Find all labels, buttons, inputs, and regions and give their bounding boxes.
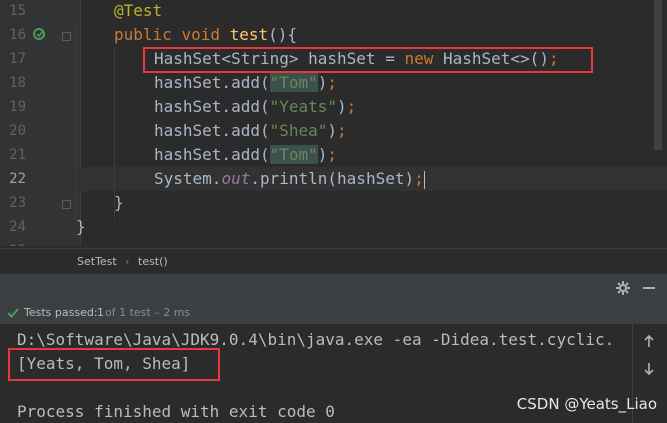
line-number: 20 — [9, 123, 26, 139]
code-line[interactable]: 16 public void test(){ — [0, 23, 667, 47]
code-token: System. — [154, 169, 222, 188]
fold-marker[interactable] — [62, 32, 71, 41]
check-icon — [7, 308, 19, 318]
code-line[interactable]: 15 @Test — [0, 0, 667, 23]
code-token: } — [114, 193, 124, 212]
tests-passed-count: 1 — [97, 306, 104, 319]
code-token: out — [221, 169, 251, 188]
editor-scrollbar[interactable] — [654, 0, 662, 150]
code-token: ) — [317, 73, 328, 92]
line-number: 22 — [9, 171, 26, 187]
breadcrumb-separator: › — [125, 255, 130, 268]
breadcrumb-method[interactable]: test() — [138, 255, 168, 268]
line-number: 18 — [9, 75, 26, 91]
fold-marker[interactable] — [62, 200, 71, 209]
run-test-icon[interactable] — [33, 27, 47, 41]
code-text: } — [114, 191, 124, 215]
minimize-icon[interactable] — [643, 287, 655, 289]
code-token: @Test — [114, 1, 163, 20]
line-number: 16 — [9, 27, 26, 43]
run-tool-header — [0, 274, 667, 302]
code-text: hashSet.add("Tom"); — [154, 143, 337, 167]
text-caret — [423, 170, 425, 189]
code-line[interactable]: 25 — [0, 239, 667, 246]
code-token: public — [114, 25, 182, 44]
code-line[interactable]: 22 System.out.println(hashSet); — [0, 167, 667, 191]
declaration-highlight-box — [143, 47, 593, 73]
code-text: } — [76, 215, 86, 239]
indent-guide — [114, 48, 115, 220]
code-token: (){ — [268, 25, 298, 44]
code-token: ) — [317, 145, 328, 164]
code-text: public void test(){ — [114, 23, 297, 47]
tests-passed-label: Tests passed: — [24, 306, 98, 319]
code-line[interactable]: 19 hashSet.add("Yeats"); — [0, 95, 667, 119]
breadcrumb: SetTest › test() — [0, 248, 667, 275]
line-number: 15 — [9, 3, 26, 19]
code-token: ) — [327, 121, 338, 140]
code-token: "Yeats" — [269, 97, 338, 116]
breadcrumb-class[interactable]: SetTest — [77, 255, 117, 268]
code-line[interactable]: 23} — [0, 191, 667, 215]
gear-icon[interactable] — [616, 281, 630, 295]
code-text: hashSet.add("Tom"); — [154, 71, 337, 95]
code-token: void — [181, 25, 230, 44]
arrow-down-icon[interactable] — [643, 362, 655, 376]
code-token: ) — [337, 97, 347, 116]
code-line[interactable]: 24} — [0, 215, 667, 239]
code-line[interactable]: 21 hashSet.add("Tom"); — [0, 143, 667, 167]
code-token: ; — [414, 169, 424, 188]
code-token: ; — [337, 121, 347, 140]
test-status-bar: Tests passed: 1 of 1 test – 2 ms — [0, 302, 667, 325]
code-token: .println(hashSet) — [250, 169, 415, 188]
line-number: 17 — [9, 51, 26, 67]
console-exit-line: Process finished with exit code 0 — [17, 402, 335, 421]
line-number: 23 — [9, 195, 26, 211]
code-line[interactable]: 20 hashSet.add("Shea"); — [0, 119, 667, 143]
code-text: hashSet.add("Yeats"); — [154, 95, 356, 119]
code-text: hashSet.add("Shea"); — [154, 119, 347, 143]
code-line[interactable]: 18 hashSet.add("Tom"); — [0, 71, 667, 95]
code-token: ; — [327, 73, 338, 92]
output-highlight-box — [8, 348, 220, 381]
line-number: 24 — [9, 219, 26, 235]
line-number: 25 — [0, 239, 26, 246]
code-token: test — [229, 25, 269, 44]
code-token: } — [76, 217, 86, 236]
code-token: ; — [327, 145, 338, 164]
arrow-up-icon[interactable] — [643, 334, 655, 348]
code-text: System.out.println(hashSet); — [154, 167, 425, 191]
code-token: "Shea" — [269, 121, 328, 140]
code-editor[interactable]: 15 @Test 16 public void test(){17 HashSet<St… — [0, 0, 667, 246]
code-text: @Test — [114, 0, 162, 23]
code-token: hashSet.add( — [154, 73, 270, 92]
code-token: "Tom" — [269, 73, 318, 92]
code-token: hashSet.add( — [154, 97, 270, 116]
line-number: 21 — [9, 147, 26, 163]
code-token: ; — [346, 97, 357, 116]
code-token: hashSet.add( — [154, 121, 270, 140]
line-number: 19 — [9, 99, 26, 115]
watermark: CSDN @Yeats_Liao — [516, 395, 657, 413]
indent-guide — [76, 24, 77, 220]
code-token: hashSet.add( — [154, 145, 270, 164]
code-token: "Tom" — [269, 145, 318, 164]
tests-passed-detail: of 1 test – 2 ms — [105, 306, 191, 319]
